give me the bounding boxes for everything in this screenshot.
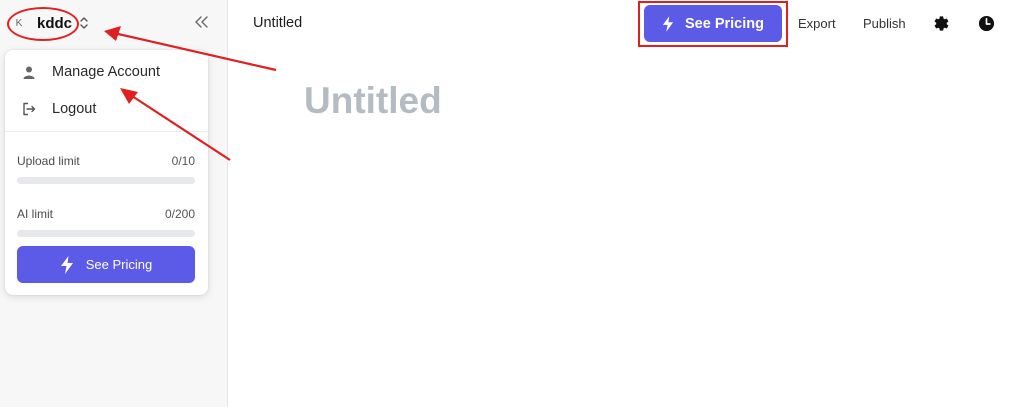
publish-button[interactable]: Publish (863, 16, 906, 31)
ai-limit-label: AI limit (17, 207, 53, 221)
document-title[interactable]: Untitled (253, 15, 302, 31)
account-dropdown: Manage Account Logout Upload limit 0/10 (5, 50, 208, 295)
editor-title-placeholder[interactable]: Untitled (304, 80, 442, 122)
lightning-icon (60, 255, 74, 274)
menu-item-label: Logout (52, 101, 97, 117)
export-button[interactable]: Export (798, 16, 836, 31)
see-pricing-label: See Pricing (685, 15, 764, 32)
upload-limit-label: Upload limit (17, 154, 80, 168)
lightning-icon (662, 15, 674, 32)
dropdown-see-pricing-button[interactable]: See Pricing (17, 246, 195, 283)
menu-item-logout[interactable]: Logout (5, 92, 208, 126)
dropdown-divider (5, 131, 208, 132)
gear-icon[interactable] (932, 14, 950, 32)
collapse-sidebar-icon[interactable] (193, 13, 211, 31)
upload-limit-value: 0/10 (171, 154, 195, 168)
upload-limit-progress (17, 177, 195, 184)
see-pricing-button[interactable]: See Pricing (644, 5, 782, 42)
ai-limit-row: AI limit 0/200 (17, 207, 195, 221)
logout-icon (22, 102, 36, 116)
sidebar: K kddc Manage Account Logout Upload limi… (0, 0, 228, 407)
menu-item-manage-account[interactable]: Manage Account (5, 55, 208, 89)
annotation-circle (7, 7, 79, 41)
user-icon (22, 65, 36, 79)
menu-item-label: Manage Account (52, 64, 161, 80)
see-pricing-label: See Pricing (85, 257, 153, 272)
clock-icon[interactable] (977, 14, 995, 32)
app-window: K kddc Manage Account Logout Upload limi… (0, 0, 1024, 407)
ai-limit-value: 0/200 (164, 207, 195, 221)
ai-limit-progress (17, 230, 195, 237)
chevron-up-down-icon (79, 15, 89, 31)
upload-limit-row: Upload limit 0/10 (17, 154, 195, 168)
